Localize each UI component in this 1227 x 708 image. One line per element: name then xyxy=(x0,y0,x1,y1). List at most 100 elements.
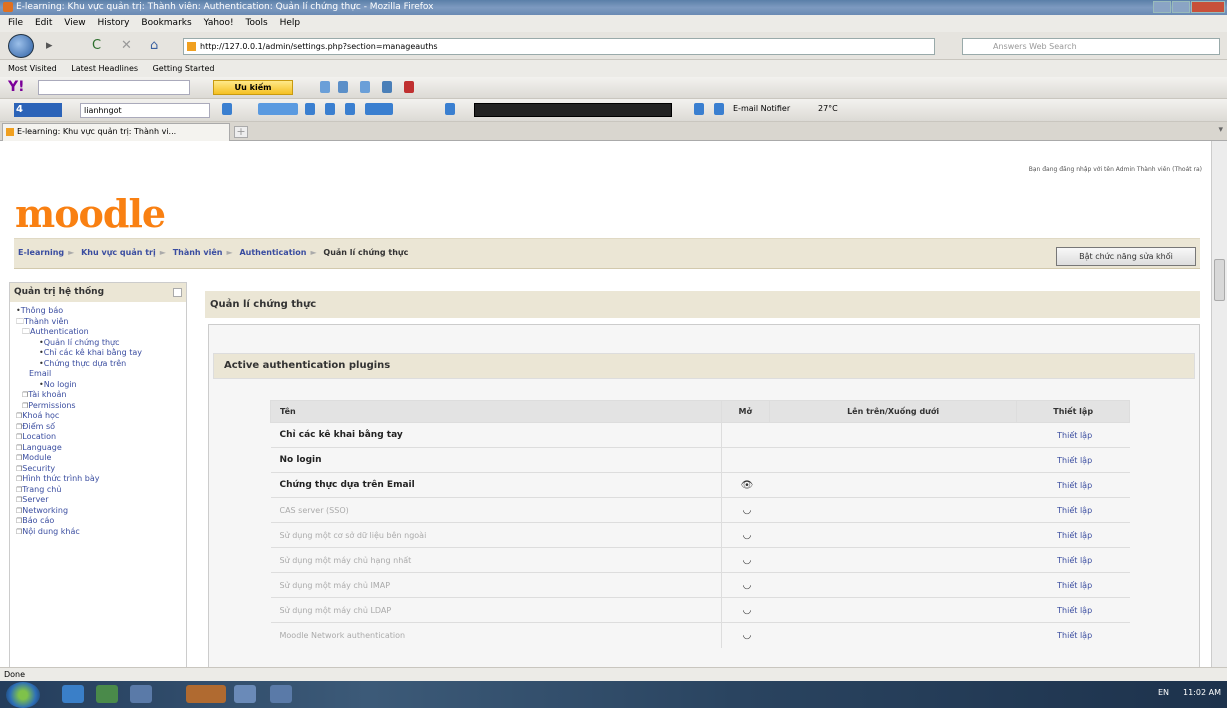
breadcrumb-link[interactable]: E-learning xyxy=(18,248,64,257)
settings-link[interactable]: Thiết lập xyxy=(1016,497,1130,523)
settings-link[interactable]: Thiết lập xyxy=(1016,622,1130,648)
sidebar-item[interactable]: Hình thức trình bày xyxy=(13,474,184,485)
toolbar-icon[interactable] xyxy=(345,103,355,115)
tab-active[interactable]: E-learning: Khu vực quản trị: Thành vi..… xyxy=(2,123,230,141)
settings-link[interactable]: Thiết lập xyxy=(1016,547,1130,573)
bookmark-latest-headlines[interactable]: Latest Headlines xyxy=(71,64,138,73)
toolbar-icon[interactable] xyxy=(325,103,335,115)
minimize-button[interactable] xyxy=(1153,1,1171,13)
menu-bookmarks[interactable]: Bookmarks xyxy=(141,18,191,28)
sidebar-item[interactable]: Khoá học xyxy=(13,411,184,422)
settings-link[interactable]: Thiết lập xyxy=(1016,422,1130,448)
app-icon[interactable] xyxy=(270,685,292,703)
enable-toggle-icon[interactable]: ◡ xyxy=(721,622,770,648)
sidebar-item[interactable]: Tài khoản xyxy=(13,390,184,401)
reload-icon[interactable]: C xyxy=(92,38,101,53)
login-icon[interactable] xyxy=(365,103,393,115)
enable-toggle-icon[interactable]: ◡ xyxy=(721,597,770,623)
app-icon[interactable] xyxy=(96,685,118,703)
ie-icon[interactable] xyxy=(62,685,84,703)
settings-link[interactable]: Thiết lập xyxy=(1016,572,1130,598)
sidebar-item[interactable]: Điểm số xyxy=(13,422,184,433)
upload-icon[interactable] xyxy=(258,103,298,115)
toolbar-select[interactable]: lianhngot xyxy=(80,103,210,118)
enable-toggle-icon[interactable] xyxy=(721,447,770,473)
sidebar-item[interactable]: Thông báo xyxy=(13,306,184,317)
yahoo-search-button[interactable]: Ưu kiếm xyxy=(213,80,293,95)
enable-toggle-icon[interactable] xyxy=(721,422,770,448)
toolbar-icon[interactable] xyxy=(382,81,392,93)
toolbar-icon[interactable] xyxy=(222,103,232,115)
menu-yahoo[interactable]: Yahoo! xyxy=(204,18,234,28)
sidebar-item[interactable]: Networking xyxy=(13,506,184,517)
settings-link[interactable]: Thiết lập xyxy=(1016,522,1130,548)
sidebar-item[interactable]: Báo cáo xyxy=(13,516,184,527)
bookmark-most-visited[interactable]: Most Visited xyxy=(8,64,57,73)
start-button[interactable] xyxy=(6,682,40,708)
toolbar-logo[interactable]: 4 xyxy=(14,103,62,117)
language-indicator[interactable]: EN xyxy=(1158,688,1169,697)
enable-toggle-icon[interactable]: ◡ xyxy=(721,522,770,548)
breadcrumb-link[interactable]: Authentication xyxy=(239,248,306,257)
sidebar-item[interactable]: Chứng thực dựa trên xyxy=(13,359,184,370)
vertical-scrollbar[interactable] xyxy=(1211,141,1227,667)
scrollbar-thumb[interactable] xyxy=(1214,259,1225,301)
toolbar-icon[interactable] xyxy=(320,81,330,93)
sidebar-item[interactable]: Location xyxy=(13,432,184,443)
enable-toggle-icon[interactable]: ◡ xyxy=(721,497,770,523)
breadcrumb-link[interactable]: Khu vực quản trị xyxy=(81,248,156,257)
app-icon[interactable] xyxy=(234,685,256,703)
home-icon[interactable]: ⌂ xyxy=(150,38,158,53)
breadcrumb-link[interactable]: Thành viên xyxy=(173,248,223,257)
menu-view[interactable]: View xyxy=(64,18,85,28)
toolbar-icon[interactable] xyxy=(445,103,455,115)
clock[interactable]: 11:02 AM xyxy=(1183,688,1221,697)
tab-list-icon[interactable]: ▾ xyxy=(1218,125,1223,135)
forward-icon[interactable]: ▸ xyxy=(46,38,53,53)
menu-history[interactable]: History xyxy=(97,18,129,28)
sidebar-item[interactable]: Permissions xyxy=(13,401,184,412)
menu-tools[interactable]: Tools xyxy=(246,18,268,28)
back-button[interactable] xyxy=(8,34,34,58)
menu-edit[interactable]: Edit xyxy=(35,18,52,28)
sidebar-item[interactable]: Trang chủ xyxy=(13,485,184,496)
new-tab-button[interactable]: + xyxy=(234,126,248,138)
moodle-logo[interactable]: moodle xyxy=(15,191,166,236)
sidebar-item[interactable]: Authentication xyxy=(13,327,184,338)
weather-temp[interactable]: 27°C xyxy=(818,104,838,113)
email-notifier[interactable]: E-mail Notifier xyxy=(733,104,790,113)
sidebar-item[interactable]: Quản lí chứng thực xyxy=(13,338,184,349)
mail-icon[interactable] xyxy=(714,103,724,115)
sidebar-item[interactable]: Language xyxy=(13,443,184,454)
search-field[interactable]: Answers Web Search xyxy=(962,38,1220,55)
toolbar-icon[interactable] xyxy=(338,81,348,93)
settings-link[interactable]: Thiết lập xyxy=(1016,447,1130,473)
sidebar-item[interactable]: Nội dung khác xyxy=(13,527,184,538)
explorer-icon[interactable] xyxy=(130,685,152,703)
turn-editing-on-button[interactable]: Bật chức năng sửa khối xyxy=(1056,247,1196,266)
enable-toggle-icon[interactable]: ◡ xyxy=(721,547,770,573)
sidebar-item[interactable]: Server xyxy=(13,495,184,506)
maximize-button[interactable] xyxy=(1172,1,1190,13)
sidebar-item[interactable]: Security xyxy=(13,464,184,475)
block-collapse-icon[interactable] xyxy=(173,288,182,297)
enable-toggle-icon[interactable]: ◡ xyxy=(721,572,770,598)
toolbar-icon[interactable] xyxy=(694,103,704,115)
bookmark-getting-started[interactable]: Getting Started xyxy=(153,64,215,73)
yahoo-logo[interactable]: Y! xyxy=(8,79,25,95)
menu-help[interactable]: Help xyxy=(280,18,301,28)
firefox-task-icon[interactable] xyxy=(186,685,226,703)
sidebar-item[interactable]: Email xyxy=(13,369,184,380)
enable-toggle-icon[interactable]: 👁 xyxy=(721,472,770,498)
url-field[interactable]: http://127.0.0.1/admin/settings.php?sect… xyxy=(183,38,935,55)
settings-link[interactable]: Thiết lập xyxy=(1016,597,1130,623)
yahoo-search-input[interactable] xyxy=(38,80,190,95)
toolbar-icon[interactable] xyxy=(404,81,414,93)
menu-file[interactable]: File xyxy=(8,18,23,28)
stop-icon[interactable]: ✕ xyxy=(121,38,132,53)
sidebar-item[interactable]: Module xyxy=(13,453,184,464)
toolbar-icon[interactable] xyxy=(305,103,315,115)
media-player-widget[interactable] xyxy=(474,103,672,117)
sidebar-item[interactable]: No login xyxy=(13,380,184,391)
sidebar-item[interactable]: Chỉ các kê khai bằng tay xyxy=(13,348,184,359)
